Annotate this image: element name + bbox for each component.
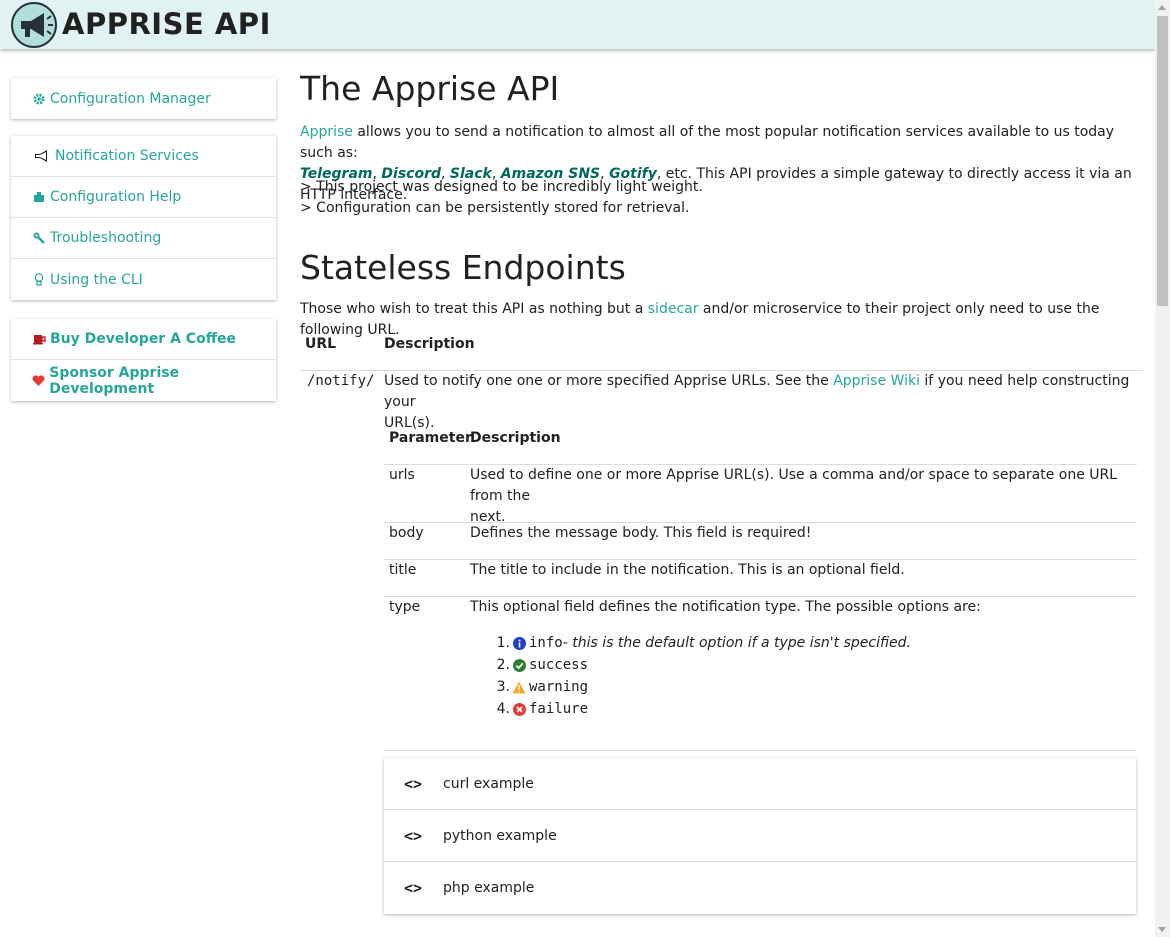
list-item: 2. success [494,654,911,676]
sidebar-item-label: Using the CLI [50,271,143,288]
megaphone-icon [32,149,51,163]
sidebar-item-troubleshooting[interactable]: Troubleshooting [11,218,276,259]
error-circle-icon [512,702,526,716]
list-number: 3. [496,679,510,695]
sidebar-item-notification-services[interactable]: Notification Services [11,136,276,177]
endpoint-description: Used to notify one one or more specified… [384,371,1134,434]
param-desc: This optional field defines the notifica… [470,599,981,615]
gear-icon [32,92,46,106]
sidebar-item-configuration-manager[interactable]: Configuration Manager [11,78,276,119]
sidebar-help-menu: Notification Services Configuration Help… [11,136,276,300]
coffee-icon [32,332,46,346]
sidebar-config-menu: Configuration Manager [11,78,276,119]
param-name: title [389,562,417,578]
heart-icon [32,374,45,388]
sidebar-item-label: Configuration Manager [50,90,211,107]
sidebar-item-sponsor-development[interactable]: Sponsor Apprise Development [11,360,276,401]
example-label: curl example [443,775,534,792]
col-header-url: URL [305,336,337,352]
col-header-param-description: Description [470,430,561,446]
param-name: body [389,525,424,541]
endpoint-url: /notify/ [307,373,375,389]
param-desc: The title to include in the notification… [470,562,905,578]
code-icon: <> [404,879,423,897]
feature-item: > Configuration can be persistently stor… [300,200,690,216]
sidebar-item-using-the-cli[interactable]: Using the CLI [11,259,276,300]
type-note: - this is the default option if a type i… [562,635,911,651]
sidebar-item-label: Sponsor Apprise Development [49,364,180,397]
col-header-description: Description [384,336,475,352]
param-desc-line: Used to define one or more Apprise URL(s… [470,467,1118,504]
wrench-icon [32,231,46,245]
param-desc: Defines the message body. This field is … [470,525,812,541]
stateless-intro: Those who wish to treat this API as noth… [300,299,1150,341]
type-name: info [529,635,563,651]
code-icon: <> [404,826,423,845]
param-name: type [389,599,421,615]
col-header-parameter: Parameter [389,430,472,446]
example-label: php example [443,880,535,896]
apprise-wiki-link[interactable]: Apprise Wiki [833,373,920,389]
sidebar-item-configuration-help[interactable]: Configuration Help [11,177,276,218]
list-item: 1. info - this is the default option if … [494,632,911,654]
notification-types-list: 1. info - this is the default option if … [494,632,911,720]
list-item: 4. failure [494,698,911,720]
check-circle-icon [512,658,526,672]
sidebar-item-buy-coffee[interactable]: Buy Developer A Coffee [11,319,276,360]
lightbulb-icon [32,273,46,287]
warning-icon [512,680,526,694]
code-icon: <> [404,774,423,793]
curl-example-toggle[interactable]: <> curl example [384,758,1136,810]
page-title: The Apprise API [300,69,560,108]
type-name: warning [529,679,589,695]
type-name: success [529,657,589,673]
sidebar-item-label: Notification Services [55,148,199,164]
list-number: 2. [496,657,510,673]
info-icon [512,636,526,650]
sidebar-item-label: Buy Developer A Coffee [50,331,237,347]
top-navbar: APPRISE API [0,0,1155,49]
vertical-scrollbar[interactable] [1155,0,1170,937]
list-item: 3. warning [494,676,911,698]
example-label: python example [443,827,557,844]
feature-item: > This project was designed to be incred… [300,179,703,195]
scroll-up-arrow-icon[interactable] [1158,5,1166,10]
examples-collapsible: <> curl example <> python example <> php… [384,758,1136,914]
type-name: failure [529,701,589,717]
table-divider [384,750,1137,751]
sidecar-link[interactable]: sidecar [648,301,699,317]
sidebar-sponsor-menu: Buy Developer A Coffee Sponsor Apprise D… [11,319,276,401]
scroll-down-arrow-icon[interactable] [1158,927,1166,932]
param-name: urls [389,467,415,483]
apprise-logo-icon[interactable] [11,2,57,48]
scrollbar-thumb[interactable] [1157,16,1168,306]
list-number: 4. [496,701,510,717]
python-example-toggle[interactable]: <> python example [384,810,1136,862]
features-list: > This project was designed to be incred… [300,177,1150,219]
param-desc: Used to define one or more Apprise URL(s… [470,465,1135,528]
endpoint-desc-text: Used to notify one one or more specified… [384,373,834,389]
stateless-endpoints-heading: Stateless Endpoints [300,248,626,287]
endpoint-desc-text-3: URL(s). [384,415,435,431]
apprise-link[interactable]: Apprise [300,124,353,140]
sidebar-item-label: Troubleshooting [50,230,162,246]
php-example-toggle[interactable]: <> php example [384,862,1136,914]
sidebar-item-label: Configuration Help [50,189,182,205]
brand-title[interactable]: APPRISE API [62,5,271,43]
stateless-intro-text: Those who wish to treat this API as noth… [300,301,648,317]
list-number: 1. [496,635,510,651]
box-icon [32,190,46,204]
intro-text: allows you to send a notification to alm… [300,124,1115,161]
